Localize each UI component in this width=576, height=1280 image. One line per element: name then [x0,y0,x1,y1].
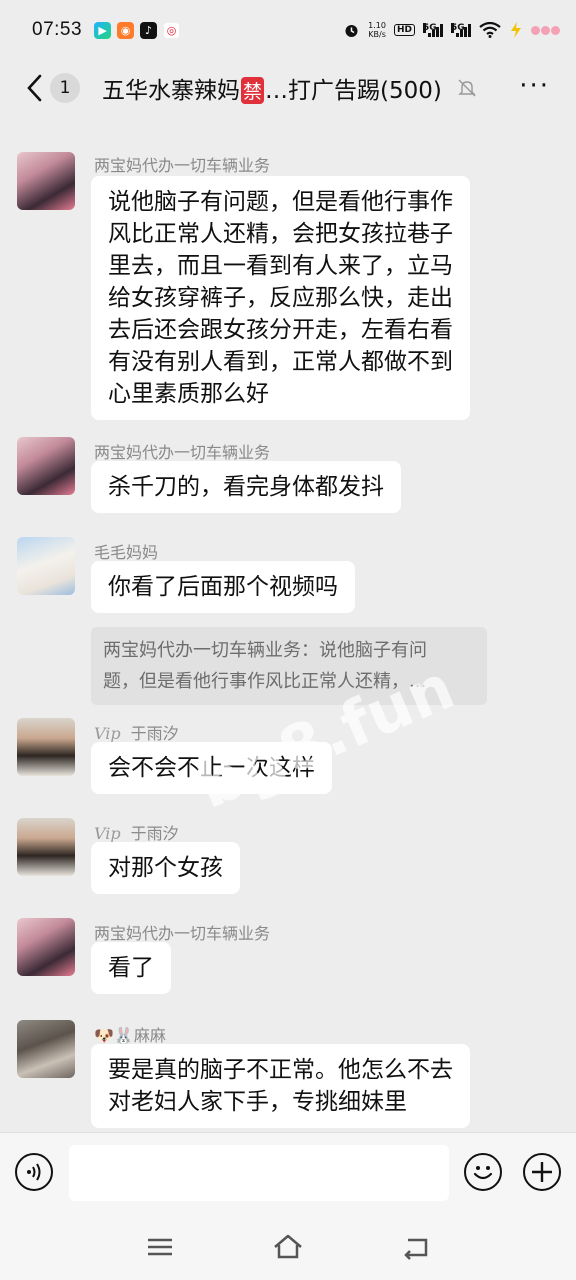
more-options-button[interactable]: ··· [519,73,550,99]
sender-name: 毛毛妈妈 [94,543,159,562]
message-bubble[interactable]: 对那个女孩 [91,842,240,894]
weibo-icon: ◎ [163,21,181,39]
input-bar [0,1132,576,1214]
message-list[interactable]: 两宝妈代办一切车辆业务 说他脑子有问题，但是看他行事作 风比正常人还精，会把女孩… [0,130,576,1132]
sender-name: 两宝妈代办一切车辆业务 [94,924,271,943]
screen: 07:53 ▶ ◉ ♪ ◎ 1.10 KB/s HD 5G 5G 1 五华水寨辣… [0,0,576,1280]
alarm-icon [345,24,358,37]
system-nav-bar [0,1214,576,1280]
network-speed: 1.10 KB/s [368,21,386,39]
sender-name: 🐶🐰麻麻 [94,1026,166,1045]
avatar[interactable] [17,918,75,976]
vip-badge: Vip [94,824,121,843]
avatar[interactable] [17,818,75,876]
menu-icon[interactable] [144,1232,176,1262]
signal-strength-icon: 5G [451,23,471,37]
sender-name: Vip 于雨汐 [94,824,179,843]
voice-icon [27,1163,41,1181]
emoji-button[interactable] [464,1153,502,1191]
back-icon[interactable] [400,1232,432,1262]
emoji-icon [473,1166,493,1180]
status-bar: 07:53 ▶ ◉ ♪ ◎ 1.10 KB/s HD 5G 5G [0,0,576,60]
voice-input-button[interactable] [15,1153,53,1191]
avatar[interactable] [17,718,75,776]
app-notification-icon: ▶ [94,21,112,39]
message-bubble[interactable]: 你看了后面那个视频吗 [91,561,355,613]
avatar[interactable] [17,537,75,595]
hd-voice-icon: HD [393,24,415,36]
home-icon[interactable] [272,1232,304,1262]
sender-name: 两宝妈代办一切车辆业务 [94,156,271,175]
mute-bell-icon [458,79,476,97]
chat-header: 1 五华水寨辣妈禁 …打广告踢(500) ··· [0,60,576,116]
back-button[interactable] [14,68,54,108]
app-notification-icon: ◉ [117,21,135,39]
message-bubble[interactable]: 杀千刀的，看完身体都发抖 [91,461,401,513]
wifi-icon [479,22,501,38]
signal-strength-icon: 5G [423,23,443,37]
avatar[interactable] [17,1020,75,1078]
charging-icon [511,22,521,38]
status-indicators: 1.10 KB/s HD 5G 5G [343,21,560,39]
sender-name: Vip 于雨汐 [94,724,179,743]
vip-badge: Vip [94,724,121,743]
sender-name: 两宝妈代办一切车辆业务 [94,443,271,462]
battery-icon [531,25,560,35]
avatar[interactable] [17,437,75,495]
chat-title: 五华水寨辣妈禁 …打广告踢(500) [102,77,442,104]
message-bubble[interactable]: 看了 [91,942,171,994]
tiktok-icon: ♪ [140,21,158,39]
plus-icon [532,1162,552,1182]
unread-count-badge: 1 [50,73,80,103]
chevron-left-icon [27,74,42,102]
message-input[interactable] [69,1145,449,1201]
avatar[interactable] [17,152,75,210]
ban-emoji: 禁 [241,77,265,104]
status-time: 07:53 [32,19,83,40]
more-functions-button[interactable] [523,1153,561,1191]
message-bubble[interactable]: 要是真的脑子不正常。他怎么不去 对老妇人家下手，专挑细妹里 [91,1044,470,1128]
notification-icons: ▶ ◉ ♪ ◎ [94,21,181,39]
message-bubble[interactable]: 说他脑子有问题，但是看他行事作 风比正常人还精，会把女孩拉巷子 里去，而且一看到… [91,176,470,420]
